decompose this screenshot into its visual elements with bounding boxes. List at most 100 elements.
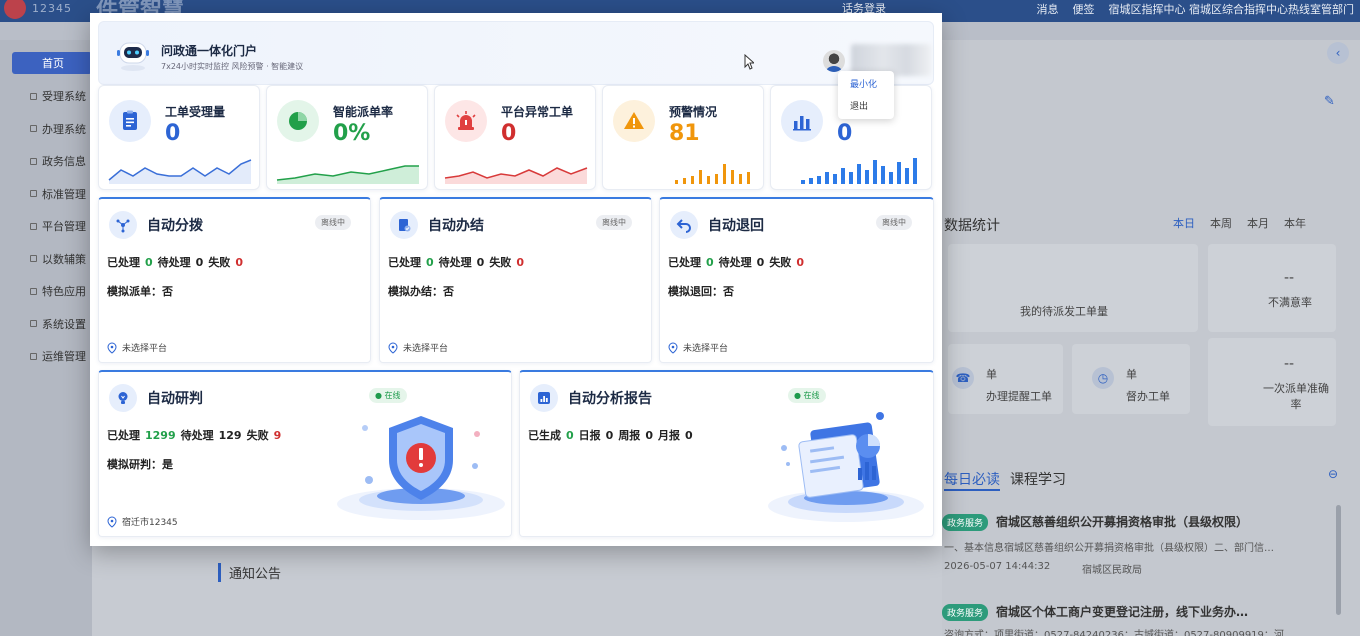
status-badge: ● 在线 [788,388,826,403]
report-illustration [768,412,924,522]
pending-label: 我的待派发工单量 [1020,305,1108,318]
user-dropdown-menu: 最小化 退出 [838,71,894,119]
sidebar-item-platform[interactable]: 平台管理 [0,210,92,243]
news-item-1-date: 2026-05-07 14:44:32 [944,561,1051,572]
card-stats: 已处理 1299 待处理 129 失败 9 [107,429,282,442]
period-month[interactable]: 本月 [1247,215,1269,231]
kpi-label: 预警情况 [669,105,718,119]
scrollbar[interactable] [1336,505,1341,615]
menu-item-logout[interactable]: 退出 [838,96,894,118]
collapse-icon[interactable]: ‹ [1327,42,1349,64]
accuracy-label: 一次派单准确率 [1263,382,1329,411]
supervise-label: 督办工单 [1126,390,1170,403]
edit-icon[interactable]: ✎ [1324,94,1335,109]
sidebar-item-intake[interactable]: 受理系统 [0,80,92,113]
sparkline-bars [675,164,750,184]
period-year[interactable]: 本年 [1284,215,1306,231]
status-badge: 离线中 [876,215,912,230]
sidebar-item-gov-info[interactable]: 政务信息 [0,145,92,178]
dissatisfaction-card [1208,244,1336,332]
lightbulb-icon [109,384,137,412]
mouse-cursor-icon [744,54,754,70]
kpi-card-dispatch-rate[interactable]: 智能派单率 0% [266,85,428,190]
card-mock-status: 模拟办结：否 [388,285,454,298]
dissatisfaction-label: 不满意率 [1268,296,1312,309]
kpi-value: 0 [501,121,517,146]
period-week[interactable]: 本周 [1210,215,1232,231]
card-title: 自动办结 [428,218,484,234]
kpi-card-platform-errors[interactable]: 平台异常工单 0 [434,85,596,190]
sidebar-item-handling[interactable]: 办理系统 [0,113,92,146]
return-arrow-icon [670,211,698,239]
card-title: 自动研判 [147,391,203,407]
kpi-card-warnings[interactable]: 预警情况 81 [602,85,764,190]
news-tag: 政务服务 [942,514,989,531]
news-item-1-title[interactable]: 政务服务 宿城区慈善组织公开募捐资格审批（县级权限） [942,513,1248,531]
card-auto-close[interactable]: 自动办结 离线中 已处理 0 待处理 0 失败 0 模拟办结：否 未选择平台 [379,197,652,363]
kpi-label: 智能派单率 [333,105,394,119]
kpi-value: 0% [333,121,371,146]
app-logo [4,0,26,19]
sidebar-item-home[interactable]: 首页 [12,52,92,74]
card-location: 宿迁市12345 [107,515,178,528]
sidebar-item-standards[interactable]: 标准管理 [0,178,92,211]
tab-daily-reading[interactable]: 每日必读 [944,469,1000,491]
kpi-label: 工单受理量 [165,105,226,119]
main-content-bg [92,546,942,636]
kpi-value: 0 [837,121,853,146]
card-mock-status: 模拟派单：否 [107,285,173,298]
pie-chart-icon [277,100,319,142]
kpi-value: 0 [165,121,181,146]
card-mock-status: 模拟退回：否 [668,285,734,298]
news-item-1-desc: 一、基本信息宿城区慈善组织公开募捐资格审批（县级权限）二、部门信… [944,543,1274,554]
sidebar: 首页 受理系统 办理系统 政务信息 标准管理 平台管理 以数辅策 特色应用 系统… [0,40,92,636]
location-pin-icon [388,341,398,354]
alarm-light-icon [445,100,487,142]
news-item-2-title[interactable]: 政务服务 宿城区个体工商户变更登记注册，线下业务办… [942,603,1248,621]
phone-icon: ☎ [952,367,974,389]
stats-title: 数据统计 [944,218,1000,234]
reminder-value: 单 [986,368,997,381]
card-auto-judgement[interactable]: 自动研判 ● 在线 已处理 1299 待处理 129 失败 9 模拟研判：是 宿迁市123… [98,370,512,537]
card-mock-status: 模拟研判：是 [107,458,173,471]
messages-link[interactable]: 消息 [1037,1,1059,17]
card-auto-dispatch[interactable]: 自动分拨 离线中 已处理 0 待处理 0 失败 0 模拟派单：否 未选择平台 [98,197,371,363]
card-auto-return[interactable]: 自动退回 离线中 已处理 0 待处理 0 失败 0 模拟退回：否 未选择平台 [659,197,934,363]
status-badge: ● 在线 [369,388,407,403]
sparkline-line [108,159,252,184]
sparkline-area [444,167,588,184]
notes-link[interactable]: 便签 [1073,1,1095,17]
tab-course[interactable]: 课程学习 [1010,469,1066,489]
sidebar-item-ops[interactable]: 运维管理 [0,340,92,373]
kpi-card-tickets[interactable]: 工单受理量 0 [98,85,260,190]
card-stats: 已处理 0 待处理 0 失败 0 [668,256,804,269]
card-title: 自动分析报告 [568,391,652,407]
period-day[interactable]: 本日 [1173,215,1195,231]
menu-item-minimize[interactable]: 最小化 [838,74,894,96]
user-org-label[interactable]: 宿城区指挥中心 宿城区综合指挥中心热线室管部门 [1109,1,1355,17]
clock-icon: ◷ [1092,367,1114,389]
modal-subtitle: 7x24小时实时监控 风险预警 · 智能建议 [161,62,304,71]
status-badge: 离线中 [596,215,632,230]
card-stats: 已处理 0 待处理 0 失败 0 [107,256,243,269]
modal-header: 问政通一体化门户 7x24小时实时监控 风险预警 · 智能建议 [98,21,934,85]
sparkline-area [276,165,419,184]
sidebar-item-data[interactable]: 以数辅策 [0,243,92,276]
sidebar-item-features[interactable]: 特色应用 [0,275,92,308]
kpi-label: 平台异常工单 [501,105,574,119]
top-right-menu: 消息 便签 宿城区指挥中心 宿城区综合指挥中心热线室管部门 [1037,0,1355,18]
modal-title: 问政通一体化门户 [161,44,258,58]
clipboard-icon [109,100,151,142]
status-badge: 离线中 [315,215,351,230]
user-avatar[interactable] [823,50,845,72]
network-icon [109,211,137,239]
minus-circle-icon[interactable]: ⊖ [1322,463,1344,485]
accuracy-value: -- [1284,356,1295,372]
card-auto-report[interactable]: 自动分析报告 ● 在线 已生成 0 日报 0 周报 0 月报 0 [519,370,934,537]
card-location: 未选择平台 [107,341,167,354]
bar-chart-icon [781,100,823,142]
sidebar-item-settings[interactable]: 系统设置 [0,308,92,341]
card-location: 未选择平台 [668,341,728,354]
location-pin-icon [107,515,117,528]
dissatisfaction-value: -- [1284,270,1295,286]
